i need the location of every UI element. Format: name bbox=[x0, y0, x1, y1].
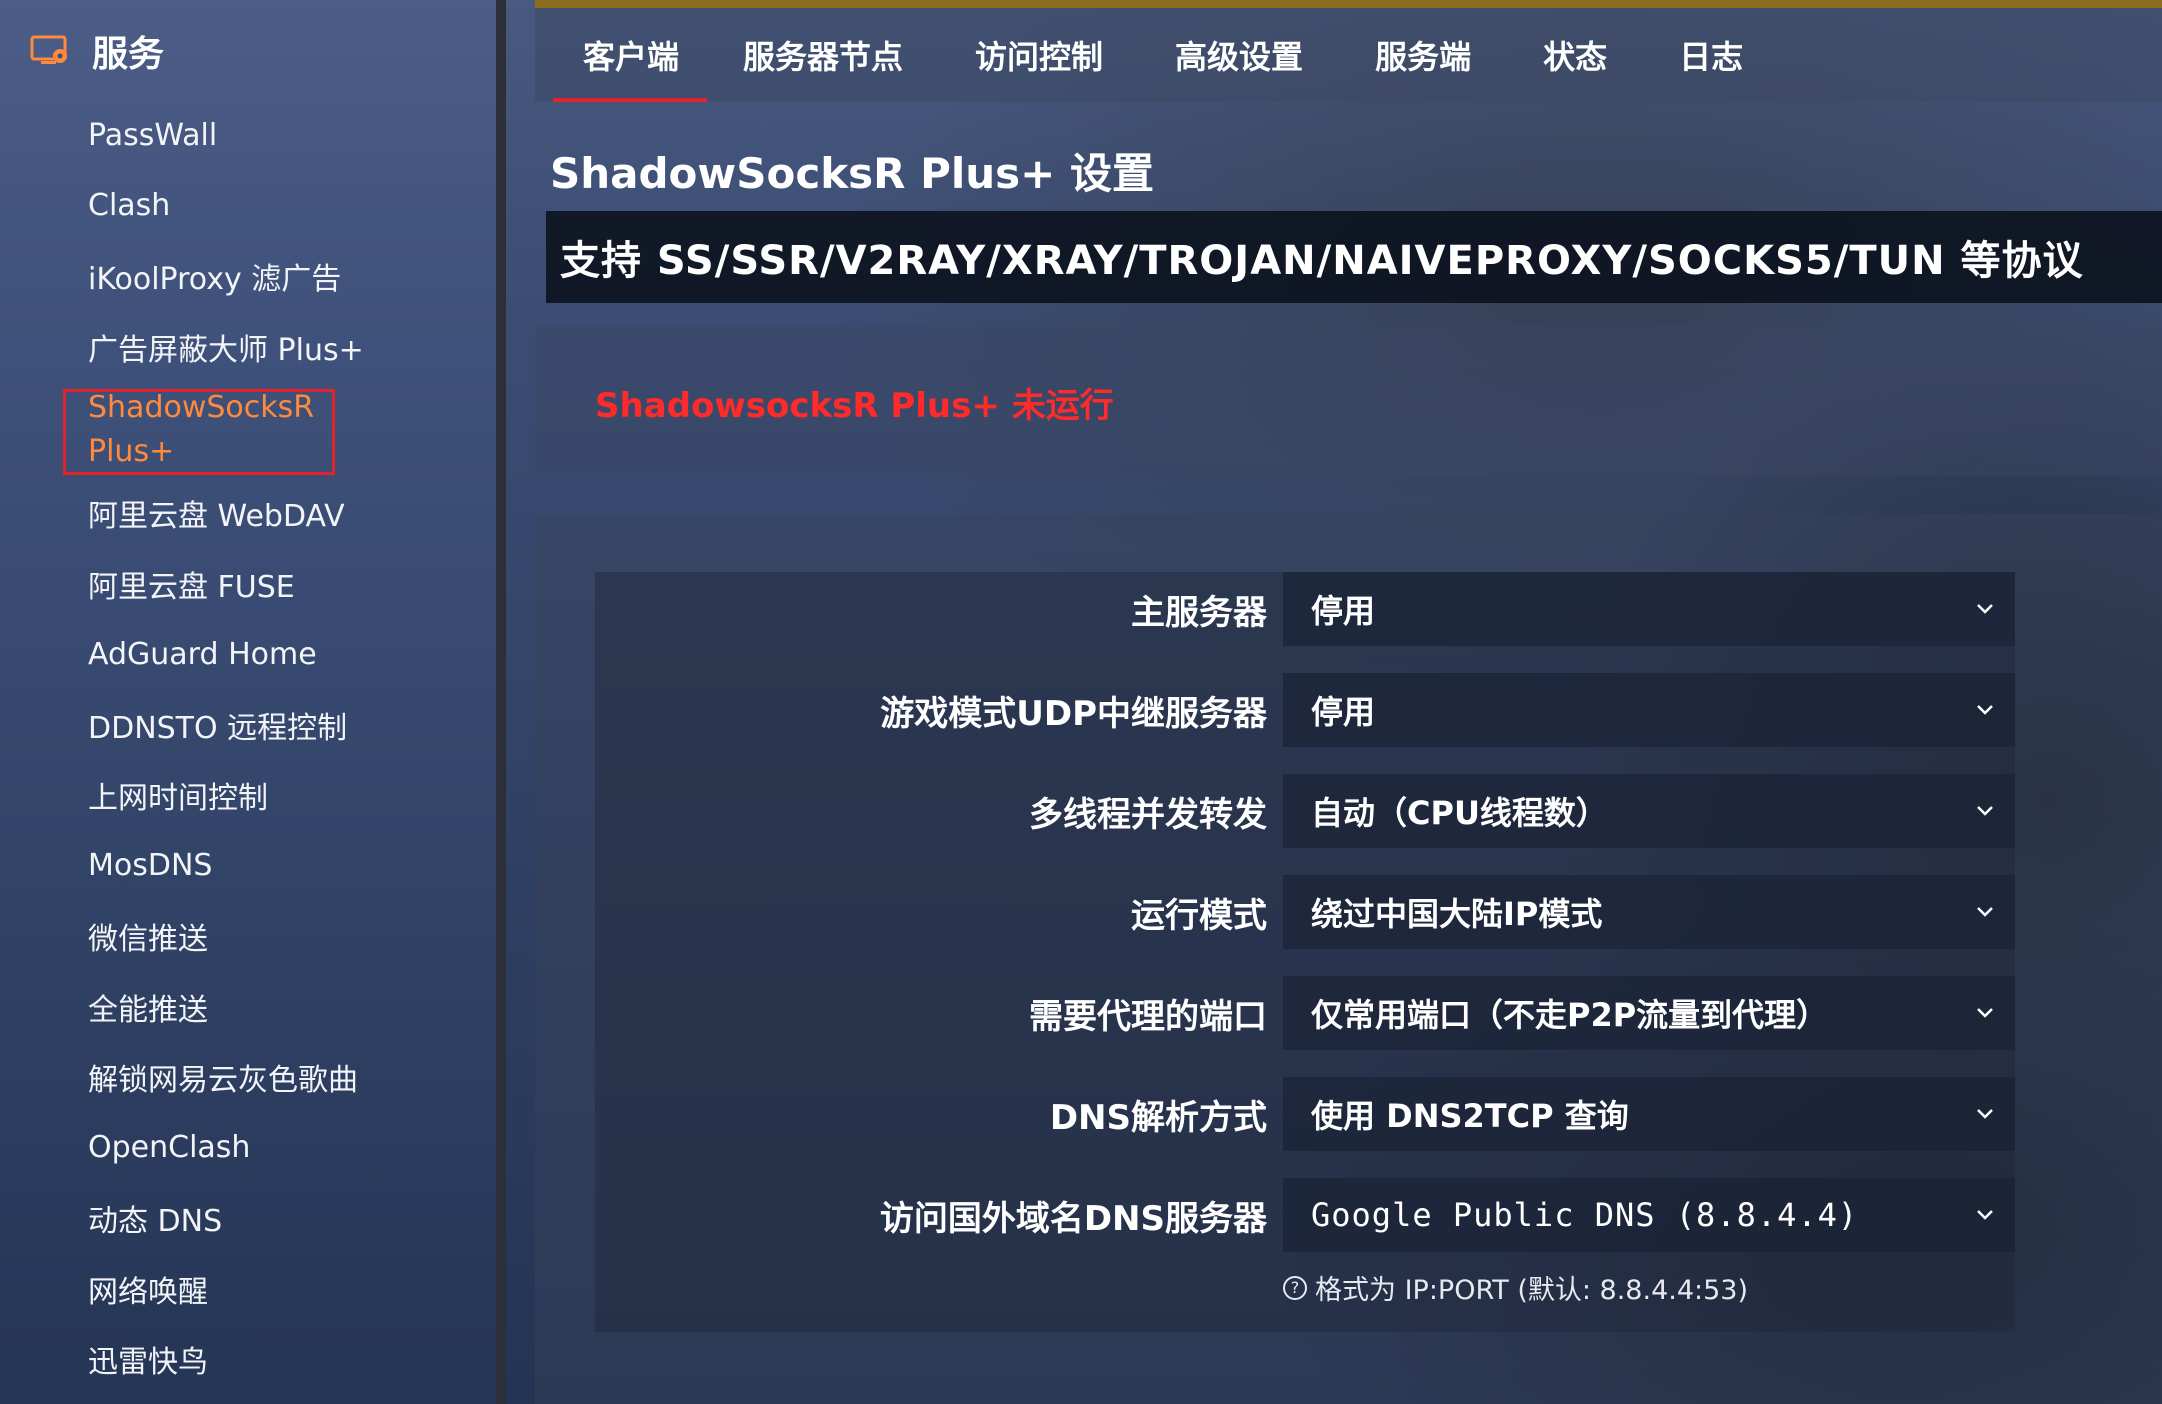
setting-label: 访问国外域名DNS服务器 bbox=[879, 1198, 1267, 1239]
setting-label: 游戏模式UDP中继服务器 bbox=[880, 693, 1267, 734]
select-value: 使用 DNS2TCP 查询 bbox=[1311, 1097, 1629, 1135]
sidebar-header[interactable]: 服务 bbox=[30, 26, 164, 76]
sidebar-item-adblock-plus[interactable]: 广告屏蔽大师 Plus+ bbox=[0, 312, 496, 383]
setting-threads: 多线程并发转发 自动（CPU线程数） bbox=[595, 774, 2015, 848]
setting-label: 主服务器 bbox=[1131, 592, 1267, 633]
sidebar-item-wake-on-lan[interactable]: 网络唤醒 bbox=[0, 1254, 496, 1325]
dns-mode-select[interactable]: 使用 DNS2TCP 查询 bbox=[1283, 1077, 2015, 1151]
chevron-down-icon bbox=[1977, 1210, 1993, 1220]
select-value: 停用 bbox=[1311, 592, 1376, 630]
udp-relay-server-select[interactable]: 停用 bbox=[1283, 673, 2015, 747]
main-server-select[interactable]: 停用 bbox=[1283, 572, 2015, 646]
select-value: 自动（CPU线程数） bbox=[1311, 794, 1608, 832]
chevron-down-icon bbox=[1977, 1109, 1993, 1119]
setting-proxy-ports: 需要代理的端口 仅常用端口（不走P2P流量到代理） bbox=[595, 976, 2015, 1050]
sidebar-item-openclash[interactable]: OpenClash bbox=[0, 1113, 496, 1184]
tab-client[interactable]: 客户端 bbox=[535, 8, 708, 102]
sidebar: 服务 PassWall Clash iKoolProxy 滤广告 广告屏蔽大师 … bbox=[0, 0, 496, 1404]
sidebar-item-unblock-netease[interactable]: 解锁网易云灰色歌曲 bbox=[0, 1042, 496, 1113]
sidebar-title: 服务 bbox=[92, 34, 165, 75]
sidebar-item-dynamic-dns[interactable]: 动态 DNS bbox=[0, 1183, 496, 1254]
running-status: ShadowsocksR Plus+ 未运行 bbox=[595, 386, 1114, 426]
foreign-dns-select[interactable]: Google Public DNS (8.8.4.4) bbox=[1283, 1178, 2015, 1252]
tab-status[interactable]: 状态 bbox=[1507, 8, 1643, 102]
select-value: Google Public DNS (8.8.4.4) bbox=[1311, 1196, 1859, 1234]
sidebar-menu: PassWall Clash iKoolProxy 滤广告 广告屏蔽大师 Plu… bbox=[0, 100, 496, 1395]
sidebar-item-ikoolproxy[interactable]: iKoolProxy 滤广告 bbox=[0, 241, 496, 312]
tab-server[interactable]: 服务端 bbox=[1339, 8, 1507, 102]
question-icon: ? bbox=[1283, 1275, 1307, 1300]
select-value: 停用 bbox=[1311, 693, 1376, 731]
chevron-down-icon bbox=[1977, 604, 1993, 614]
sidebar-item-ddnsto[interactable]: DDNSTO 远程控制 bbox=[0, 690, 496, 761]
tab-access-control[interactable]: 访问控制 bbox=[939, 8, 1139, 102]
top-accent-bar bbox=[535, 0, 2162, 8]
chevron-down-icon bbox=[1977, 705, 1993, 715]
setting-label: 需要代理的端口 bbox=[1029, 996, 1267, 1037]
sidebar-item-wechat-push[interactable]: 微信推送 bbox=[0, 901, 496, 972]
chevron-down-icon bbox=[1977, 806, 1993, 816]
run-mode-select[interactable]: 绕过中国大陆IP模式 bbox=[1283, 875, 2015, 949]
tab-advanced-settings[interactable]: 高级设置 bbox=[1139, 8, 1339, 102]
hint-text: 格式为 IP:PORT (默认: 8.8.4.4:53) bbox=[1315, 1275, 1748, 1306]
settings-form: 主服务器 停用 游戏模式UDP中继服务器 停用 多线程并发转发 自动（CPU线程… bbox=[595, 572, 2015, 1332]
page-title: ShadowSocksR Plus+ 设置 bbox=[550, 149, 1154, 198]
select-value: 仅常用端口（不走P2P流量到代理） bbox=[1311, 996, 1829, 1034]
sidebar-item-shadowsocksr-plus[interactable]: ShadowSocksR Plus+ bbox=[0, 382, 496, 478]
dns-format-hint: ? 格式为 IP:PORT (默认: 8.8.4.4:53) bbox=[1283, 1268, 1748, 1307]
monitor-service-icon bbox=[30, 34, 70, 68]
sidebar-divider[interactable] bbox=[496, 0, 506, 1404]
threads-select[interactable]: 自动（CPU线程数） bbox=[1283, 774, 2015, 848]
select-value: 绕过中国大陆IP模式 bbox=[1311, 895, 1603, 933]
chevron-down-icon bbox=[1977, 907, 1993, 917]
sidebar-item-aliyundrive-fuse[interactable]: 阿里云盘 FUSE bbox=[0, 549, 496, 620]
settings-panel: 主服务器 停用 游戏模式UDP中继服务器 停用 多线程并发转发 自动（CPU线程… bbox=[535, 514, 2162, 1404]
sidebar-item-passwall[interactable]: PassWall bbox=[0, 100, 496, 171]
setting-main-server: 主服务器 停用 bbox=[595, 572, 2015, 646]
tab-server-nodes[interactable]: 服务器节点 bbox=[707, 8, 939, 102]
sidebar-item-clash[interactable]: Clash bbox=[0, 171, 496, 242]
setting-label: 运行模式 bbox=[1131, 895, 1267, 936]
sidebar-item-adguard-home[interactable]: AdGuard Home bbox=[0, 619, 496, 690]
tab-log[interactable]: 日志 bbox=[1643, 8, 1779, 102]
sidebar-item-all-push[interactable]: 全能推送 bbox=[0, 972, 496, 1043]
proxy-ports-select[interactable]: 仅常用端口（不走P2P流量到代理） bbox=[1283, 976, 2015, 1050]
setting-udp-relay-server: 游戏模式UDP中继服务器 停用 bbox=[595, 673, 2015, 747]
sidebar-item-time-control[interactable]: 上网时间控制 bbox=[0, 760, 496, 831]
protocol-banner: 支持 SS/SSR/V2RAY/XRAY/TROJAN/NAIVEPROXY/S… bbox=[546, 211, 2162, 303]
status-card: ShadowsocksR Plus+ 未运行 bbox=[535, 326, 2162, 476]
sidebar-item-aliyundrive-webdav[interactable]: 阿里云盘 WebDAV bbox=[0, 478, 496, 549]
setting-run-mode: 运行模式 绕过中国大陆IP模式 bbox=[595, 875, 2015, 949]
tab-bar: 客户端 服务器节点 访问控制 高级设置 服务端 状态 日志 bbox=[535, 8, 2162, 102]
chevron-down-icon bbox=[1977, 1008, 1993, 1018]
setting-label: DNS解析方式 bbox=[1049, 1097, 1267, 1138]
setting-dns-mode: DNS解析方式 使用 DNS2TCP 查询 bbox=[595, 1077, 2015, 1151]
sidebar-item-xunlei-kuainiao[interactable]: 迅雷快鸟 bbox=[0, 1324, 496, 1395]
setting-foreign-dns: 访问国外域名DNS服务器 Google Public DNS (8.8.4.4) bbox=[595, 1178, 2015, 1252]
setting-label: 多线程并发转发 bbox=[1029, 794, 1267, 835]
sidebar-item-mosdns[interactable]: MosDNS bbox=[0, 831, 496, 902]
